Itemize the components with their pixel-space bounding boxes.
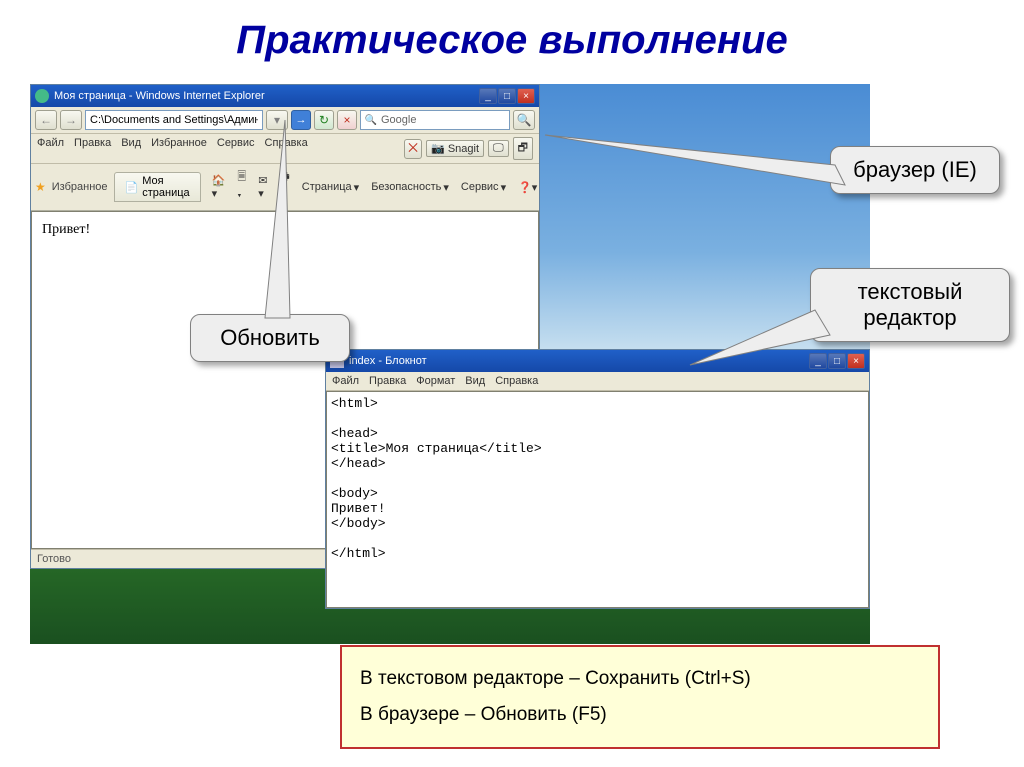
snagit-button[interactable]: 📷 Snagit (426, 140, 484, 157)
search-box[interactable]: 🔍 Google (360, 110, 510, 130)
ie-icon (35, 89, 49, 103)
notepad-window: index - Блокнот _ □ × Файл Правка Формат… (325, 349, 870, 609)
notepad-menu-help[interactable]: Справка (495, 375, 538, 387)
ie-title-text: Моя страница - Windows Internet Explorer (54, 90, 474, 102)
tab-page-icon: 📄 (125, 181, 139, 194)
notepad-menu-format[interactable]: Формат (416, 375, 455, 387)
google-icon: 🔍 (363, 112, 379, 128)
menu-tools[interactable]: Сервис (217, 137, 255, 160)
callout-refresh: Обновить (190, 314, 350, 362)
notepad-text-area[interactable]: <html> <head> <title>Моя страница</title… (326, 391, 869, 608)
callout-browser-tail (545, 130, 845, 250)
help-button[interactable]: ❓▾ (513, 180, 542, 195)
security-menu[interactable]: Безопасность ▾ (366, 180, 454, 195)
address-input[interactable] (85, 110, 263, 130)
stop-button[interactable]: × (337, 110, 357, 130)
service-menu[interactable]: Сервис ▾ (456, 180, 511, 195)
minimize-button[interactable]: _ (479, 88, 497, 104)
search-options-button[interactable]: 🔍 (513, 110, 535, 130)
callout-browser: браузер (IE) (830, 146, 1000, 194)
tips-box: В текстовом редакторе – Сохранить (Ctrl+… (340, 645, 940, 749)
callout-editor-tail (690, 300, 850, 380)
stop-icon[interactable]: ⨉ (404, 139, 422, 159)
callout-refresh-tail (260, 120, 340, 320)
home-button[interactable]: 🏠▾ (207, 173, 231, 201)
snagit-aux2-button[interactable]: 🗗 (513, 137, 533, 160)
slide-title: Практическое выполнение (0, 0, 1024, 77)
menu-favorites[interactable]: Избранное (151, 137, 207, 160)
notepad-menu-view[interactable]: Вид (465, 375, 485, 387)
favorites-label[interactable]: Избранное (52, 181, 108, 193)
snagit-aux-button[interactable]: 🖵 (488, 140, 509, 157)
back-button[interactable]: ← (35, 110, 57, 130)
search-engine-label: Google (381, 114, 416, 126)
ie-titlebar[interactable]: Моя страница - Windows Internet Explorer… (31, 85, 539, 107)
menu-edit[interactable]: Правка (74, 137, 111, 160)
tab-title: Моя страница (142, 175, 189, 199)
close-button[interactable]: × (517, 88, 535, 104)
maximize-button[interactable]: □ (498, 88, 516, 104)
notepad-menu-file[interactable]: Файл (332, 375, 359, 387)
menu-view[interactable]: Вид (121, 137, 141, 160)
tip-line-2: В браузере – Обновить (F5) (360, 697, 920, 733)
star-icon: ★ (35, 180, 46, 194)
feeds-button[interactable]: 🗏▾ (232, 167, 251, 207)
tip-line-1: В текстовом редакторе – Сохранить (Ctrl+… (360, 661, 920, 697)
forward-button[interactable]: → (60, 110, 82, 130)
menu-file[interactable]: Файл (37, 137, 64, 160)
notepad-menu-edit[interactable]: Правка (369, 375, 406, 387)
browser-tab[interactable]: 📄 Моя страница (114, 172, 201, 202)
